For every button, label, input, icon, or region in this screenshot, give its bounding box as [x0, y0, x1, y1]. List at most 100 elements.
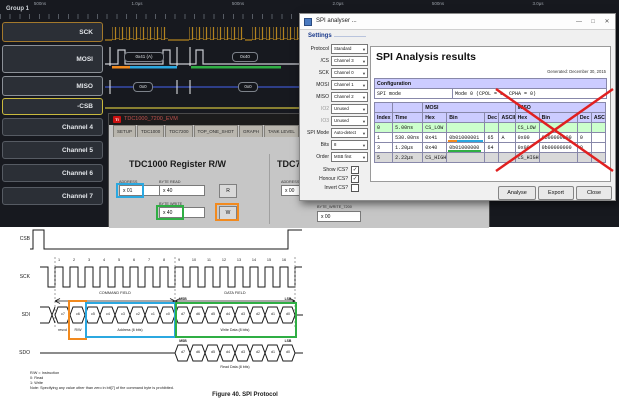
tab-tank-level[interactable]: TANK LEVEL	[264, 125, 299, 137]
sdi-bit: d7	[176, 312, 190, 316]
sdi-bit: c5	[86, 312, 100, 316]
close-results-button[interactable]: Close	[576, 186, 612, 200]
io2-dropdown[interactable]: Unused▼	[331, 104, 368, 114]
figure-caption: Figure 40. SPI Protocol	[140, 392, 350, 398]
byte-read-field[interactable]: x 40	[159, 185, 205, 196]
miso-channel-dropdown[interactable]: Channel 2▼	[331, 92, 368, 102]
cs-channel-dropdown[interactable]: Channel 3▼	[331, 56, 368, 66]
clock-number: 16	[278, 258, 290, 262]
invert-cs-checkbox[interactable]	[351, 184, 359, 192]
byte-write-7200-field[interactable]: x 00	[317, 211, 361, 222]
spi-mode-dropdown[interactable]: Auto-detect▼	[331, 128, 368, 138]
bits-label: Bits	[302, 142, 329, 148]
byte-write-7200-label: BYTE_WRITE_7200	[317, 205, 352, 209]
clock-number: 11	[203, 258, 215, 262]
tab-top-one-shot[interactable]: TOP_ONE_SHOT	[194, 125, 238, 137]
clock-number: 5	[113, 258, 125, 262]
tab-tdc7200[interactable]: TDC7200	[165, 125, 192, 137]
byte-write-highlight-box	[156, 205, 184, 220]
sdi-bit: c4	[101, 312, 115, 316]
minimize-button[interactable]: —	[573, 17, 585, 27]
mosi-channel-dropdown[interactable]: Channel 1▼	[331, 80, 368, 90]
sdo-bit: d6	[191, 350, 205, 354]
honour-cs-checkbox[interactable]: ✓	[351, 175, 359, 183]
write-button-highlight-box	[215, 203, 239, 221]
clock-number: 8	[158, 258, 170, 262]
sdi-bit: c0	[161, 312, 175, 316]
honour-cs-label: Honour /CS?	[302, 176, 348, 182]
close-button[interactable]: ✕	[601, 17, 613, 27]
result-row[interactable]: 05.00ns CS_LOW CS_LOW	[375, 123, 606, 133]
clock-number: 6	[128, 258, 140, 262]
sdo-bit: d5	[206, 350, 220, 354]
spi-app-icon	[304, 18, 312, 26]
rw-label: R/W	[70, 328, 86, 332]
address-7200-label: ADDRESS	[281, 180, 299, 184]
rw-bit-marker	[112, 66, 130, 69]
screenshot-root: 500ns 1.0μs 500ns 2.0μs 500ns 3.0μs Grou…	[0, 0, 619, 402]
sck-label: SCK	[302, 70, 329, 76]
tab-setup[interactable]: SETUP	[113, 125, 136, 137]
lsb-label: LSB	[281, 297, 295, 301]
order-label: Order	[302, 154, 329, 160]
sdi-bit: d3	[236, 312, 250, 316]
chevron-down-icon: ▼	[362, 70, 366, 78]
io3-label: IO3	[302, 118, 329, 124]
note-line: R/W = Instruction	[30, 371, 59, 375]
write-data-sublabel: Write Data (8 bits)	[180, 328, 290, 332]
spi-results-pane: SPI Analysis results Generated: December…	[370, 46, 611, 182]
sdi-bit: c7	[56, 312, 70, 316]
clock-number: 7	[143, 258, 155, 262]
result-row[interactable]: 52.22μs CS_HIGH CS_HIGH	[375, 153, 606, 163]
chevron-down-icon: ▼	[362, 82, 366, 90]
sdi-bit: d0	[281, 312, 295, 316]
read-button[interactable]: R	[219, 184, 237, 198]
note-line: 0: Read	[30, 376, 43, 380]
results-heading: SPI Analysis results	[376, 51, 476, 63]
config-name: SPI mode	[375, 89, 453, 99]
sdo-bit: d7	[176, 350, 190, 354]
chevron-down-icon: ▼	[362, 130, 366, 138]
configuration-table: Configuration SPI mode Mode 0 (CPOL = 0,…	[374, 78, 607, 99]
sdo-bit: d3	[236, 350, 250, 354]
result-row[interactable]: 1530.00ns 0x41 0b01000001 65A 0x000b0000…	[375, 133, 606, 143]
sdi-bit: c2	[131, 312, 145, 316]
chevron-down-icon: ▼	[362, 106, 366, 114]
chevron-down-icon: ▼	[362, 118, 366, 126]
show-cs-checkbox[interactable]: ✓	[351, 166, 359, 174]
address-sublabel: Address (6 bits)	[90, 328, 170, 332]
spi-window-title: SPI analyser ...	[316, 18, 357, 24]
spi-title-bar[interactable]: SPI analyser ... — □ ✕	[300, 14, 615, 30]
io3-dropdown[interactable]: Unused▼	[331, 116, 368, 126]
sck-channel-dropdown[interactable]: Channel 0▼	[331, 68, 368, 78]
miso-frame-value: 0x0	[133, 82, 153, 92]
mosi-frame-value: 0x40	[232, 52, 258, 62]
sck-clock-burst	[112, 27, 168, 40]
clock-number: 1	[53, 258, 65, 262]
sdo-bit: d4	[221, 350, 235, 354]
tab-tdc1000[interactable]: TDC1000	[137, 125, 164, 137]
address-highlight-box	[116, 183, 144, 198]
maximize-button[interactable]: □	[587, 17, 599, 27]
protocol-dropdown[interactable]: Standard▼	[331, 44, 368, 54]
note-line: 1: Write	[30, 381, 43, 385]
clock-number: 15	[263, 258, 275, 262]
clock-number: 4	[98, 258, 110, 262]
order-dropdown[interactable]: MSB first▼	[331, 152, 368, 162]
mosi-label: MOSI	[302, 82, 329, 88]
show-cs-label: Show /CS?	[302, 167, 348, 173]
tab-graph[interactable]: GRAPH	[239, 125, 263, 137]
chevron-down-icon: ▼	[362, 58, 366, 66]
sdo-bit: d0	[281, 350, 295, 354]
sdi-bit: d1	[266, 312, 280, 316]
sdi-bit: c6	[71, 312, 85, 316]
clock-number: 3	[83, 258, 95, 262]
result-row[interactable]: 31.20μs 0x40 0b01000000 64 0x000b0000000…	[375, 143, 606, 153]
bits-dropdown[interactable]: 8▼	[331, 140, 368, 150]
analyse-button[interactable]: Analyse	[498, 186, 536, 200]
sdo-bit: d1	[266, 350, 280, 354]
ti-logo-icon: TI	[113, 116, 121, 123]
export-button[interactable]: Export	[538, 186, 574, 200]
miso-group-header: MISO	[515, 103, 605, 113]
clock-number: 2	[68, 258, 80, 262]
